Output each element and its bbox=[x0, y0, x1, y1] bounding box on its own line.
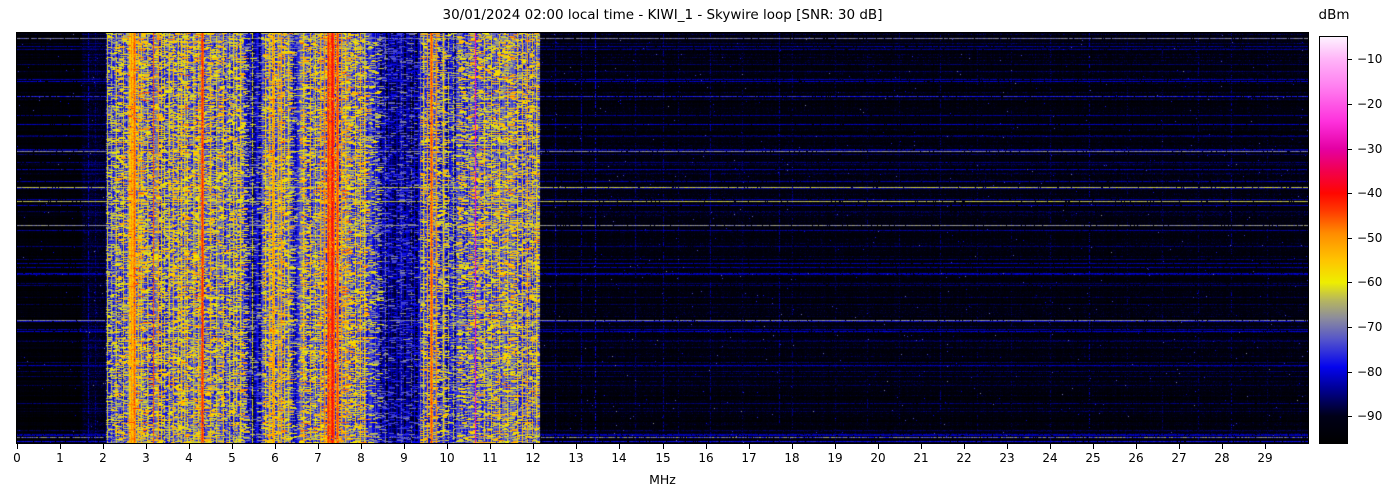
x-tick-mark bbox=[663, 444, 664, 449]
colorbar-tick-label: −20 bbox=[1357, 96, 1383, 111]
colorbar-tick-mark bbox=[1348, 59, 1352, 61]
x-tick-label: 8 bbox=[357, 451, 365, 465]
x-axis-label: MHz bbox=[649, 472, 676, 487]
x-tick-mark bbox=[490, 444, 491, 449]
x-tick-label: 4 bbox=[185, 451, 193, 465]
colorbar-tick-label: −30 bbox=[1357, 141, 1383, 156]
x-tick-label: 15 bbox=[655, 451, 671, 465]
x-tick-mark bbox=[1136, 444, 1137, 449]
x-tick-label: 12 bbox=[525, 451, 541, 465]
x-tick-label: 22 bbox=[956, 451, 972, 465]
x-tick-label: 2 bbox=[99, 451, 107, 465]
x-tick-label: 18 bbox=[784, 451, 800, 465]
x-tick-label: 3 bbox=[142, 451, 150, 465]
x-tick-mark bbox=[1050, 444, 1051, 449]
colorbar-tick-label: −10 bbox=[1357, 52, 1383, 67]
x-tick-label: 13 bbox=[568, 451, 584, 465]
x-tick-label: 27 bbox=[1171, 451, 1187, 465]
spectrogram-canvas bbox=[17, 33, 1308, 443]
x-tick-mark bbox=[576, 444, 577, 449]
colorbar-tick-label: −80 bbox=[1357, 364, 1383, 379]
chart-title: 30/01/2024 02:00 local time - KIWI_1 - S… bbox=[442, 7, 883, 23]
x-tick-mark bbox=[921, 444, 922, 449]
colorbar-tick-mark bbox=[1348, 416, 1352, 418]
x-tick-label: 1 bbox=[56, 451, 64, 465]
colorbar-tick-label: −40 bbox=[1357, 186, 1383, 201]
colorbar-tick-mark bbox=[1348, 237, 1352, 239]
x-tick-mark bbox=[318, 444, 319, 449]
x-tick-mark bbox=[60, 444, 61, 449]
colorbar-tick-label: −60 bbox=[1357, 275, 1383, 290]
spectrogram-figure: 30/01/2024 02:00 local time - KIWI_1 - S… bbox=[0, 0, 1400, 500]
x-tick-mark bbox=[232, 444, 233, 449]
x-tick-label: 11 bbox=[482, 451, 498, 465]
colorbar-tick-mark bbox=[1348, 193, 1352, 195]
colorbar-tick-label: −70 bbox=[1357, 320, 1383, 334]
colorbar-tick-mark bbox=[1348, 148, 1352, 150]
x-tick-label: 17 bbox=[741, 451, 757, 465]
x-tick-label: 16 bbox=[698, 451, 714, 465]
colorbar-tick-label: −90 bbox=[1357, 409, 1383, 424]
x-tick-mark bbox=[361, 444, 362, 449]
x-tick-label: 14 bbox=[611, 451, 627, 465]
x-tick-label: 29 bbox=[1257, 451, 1273, 465]
x-tick-mark bbox=[1179, 444, 1180, 449]
x-tick-mark bbox=[1007, 444, 1008, 449]
x-tick-mark bbox=[749, 444, 750, 449]
colorbar-tick-mark bbox=[1348, 327, 1352, 328]
x-tick-mark bbox=[103, 444, 104, 449]
x-tick-mark bbox=[146, 444, 147, 449]
x-tick-label: 24 bbox=[1042, 451, 1058, 465]
x-tick-label: 23 bbox=[999, 451, 1015, 465]
x-tick-label: 10 bbox=[439, 451, 455, 465]
x-tick-mark bbox=[17, 444, 18, 449]
colorbar-tick-mark bbox=[1348, 282, 1352, 284]
x-tick-mark bbox=[706, 444, 707, 449]
x-tick-mark bbox=[189, 444, 190, 449]
colorbar-tick-mark bbox=[1348, 371, 1352, 373]
x-tick-label: 20 bbox=[870, 451, 886, 465]
x-tick-mark bbox=[533, 444, 534, 449]
x-tick-label: 5 bbox=[228, 451, 236, 465]
x-tick-label: 0 bbox=[13, 451, 21, 465]
x-tick-mark bbox=[1265, 444, 1266, 449]
x-tick-label: 7 bbox=[314, 451, 322, 465]
x-tick-mark bbox=[878, 444, 879, 449]
x-tick-mark bbox=[835, 444, 836, 449]
colorbar-label: dBm bbox=[1318, 7, 1350, 23]
colorbar-gradient bbox=[1320, 37, 1347, 443]
plot-area bbox=[16, 32, 1309, 444]
x-tick-label: 6 bbox=[271, 451, 279, 465]
x-tick-mark bbox=[404, 444, 405, 449]
x-tick-mark bbox=[1093, 444, 1094, 449]
x-tick-label: 9 bbox=[400, 451, 408, 465]
colorbar: −10 −20 −30 −40 −50 −60 −70 −80 −90 bbox=[1319, 36, 1382, 444]
x-tick-label: 21 bbox=[913, 451, 929, 465]
x-tick-mark bbox=[275, 444, 276, 449]
x-tick-label: 26 bbox=[1128, 451, 1144, 465]
x-tick-mark bbox=[1222, 444, 1223, 449]
x-tick-mark bbox=[964, 444, 965, 449]
x-tick-label: 25 bbox=[1085, 451, 1101, 465]
x-tick-mark bbox=[447, 444, 448, 449]
x-tick-label: 19 bbox=[827, 451, 843, 465]
x-tick-mark bbox=[619, 444, 620, 449]
colorbar-tick-mark bbox=[1348, 103, 1352, 105]
colorbar-tick-label: −50 bbox=[1357, 230, 1383, 245]
x-tick-label: 28 bbox=[1214, 451, 1230, 465]
x-tick-mark bbox=[792, 444, 793, 449]
